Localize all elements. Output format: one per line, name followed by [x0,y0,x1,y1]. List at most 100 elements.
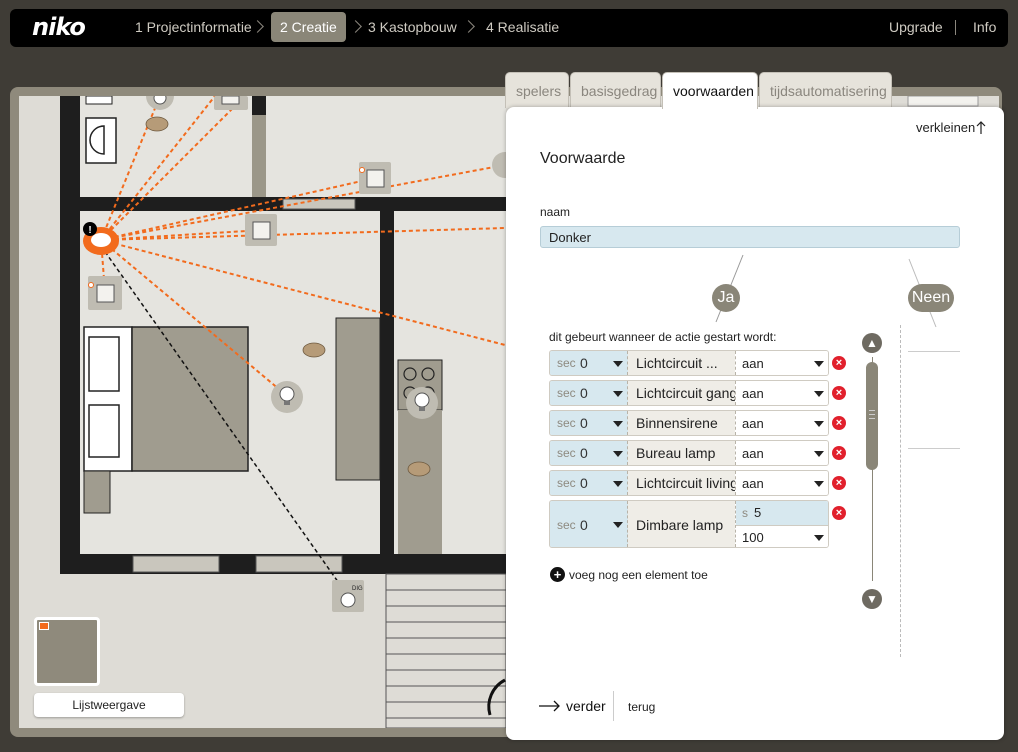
wall-segment [907,96,979,107]
sec-value: 0 [580,355,588,371]
sec-value: 0 [580,517,588,533]
pillow [88,404,120,458]
sec-label: sec [557,518,576,532]
chevron-down-icon [814,481,824,487]
action-intro-text: dit gebeurt wanneer de actie gestart wor… [549,330,777,344]
pillow [88,336,120,392]
sec-label: sec [557,386,576,400]
dimmer-device: DIG [332,580,364,612]
chevron-down-icon [814,361,824,367]
alert-icon: ! [88,225,91,236]
chevron-down-icon [814,421,824,427]
arrow-right-icon [539,700,560,712]
sec-value: 0 [580,385,588,401]
tab-tijdsautomatisering[interactable]: tijdsautomatisering [759,72,892,108]
sec-value: 0 [580,475,588,491]
delete-row-icon[interactable]: × [832,506,846,520]
chevron-right-icon [251,20,264,33]
chevron-down-icon [814,451,824,457]
nightstand [83,470,111,514]
delete-row-icon[interactable]: × [832,386,846,400]
no-branch-badge[interactable]: Neen [908,284,954,312]
delay-select[interactable]: sec 0 [550,441,628,465]
tab-basisgedrag[interactable]: basisgedrag [570,72,661,108]
minimap[interactable] [34,617,100,686]
chevron-right-icon [462,20,475,33]
scroll-thumb[interactable] [866,362,878,470]
top-navigation-bar: niko 1 Projectinformatie 2 Creatie 3 Kas… [10,9,1008,47]
state-select[interactable]: aan [735,411,828,435]
chevron-right-icon [349,20,362,33]
scroll-down-button[interactable]: ▼ [862,589,882,609]
window [132,555,220,573]
delete-row-icon[interactable]: × [832,416,846,430]
duration-value: 5 [754,505,762,520]
level-value: 100 [742,530,764,545]
action-row: sec 0 Lichtcircuit gang aan [549,380,829,406]
plus-circle-icon: + [550,567,565,582]
switch-device [214,96,248,110]
lamp-device [406,387,438,419]
delay-select[interactable]: sec 0 [550,501,628,547]
state-select[interactable]: aan [735,381,828,405]
level-select[interactable]: 100 [736,525,828,547]
delay-select[interactable]: sec 0 [550,411,628,435]
sec-label: sec [557,416,576,430]
info-link[interactable]: Info [973,9,996,45]
sec-label: sec [557,446,576,460]
state-value: aan [742,356,764,371]
yes-branch-badge[interactable]: Ja [712,284,740,312]
step-projectinformatie[interactable]: 1 Projectinformatie [135,9,252,47]
switch-device [245,214,277,246]
chevron-down-icon [814,391,824,397]
scroll-up-button[interactable]: ▲ [862,333,882,353]
action-row: sec 0 Lichtcircuit living aan [549,470,829,496]
chevron-down-icon [613,391,623,397]
minimap-viewport-marker [39,622,49,630]
step-realisatie[interactable]: 4 Realisatie [486,9,559,47]
delete-row-icon[interactable]: × [832,446,846,460]
action-row-dimmer: sec 0 Dimbare lamp s 5 100 [549,500,829,548]
action-row: sec 0 Binnensirene aan [549,410,829,436]
no-branch-row-line [908,351,960,352]
duration-unit: s [742,506,748,520]
delete-row-icon[interactable]: × [832,356,846,370]
step-creatie[interactable]: 2 Creatie [271,12,346,42]
back-button[interactable]: terug [628,700,655,714]
chevron-down-icon [613,451,623,457]
wardrobe [335,317,381,481]
delay-select[interactable]: sec 0 [550,471,628,495]
niko-logo[interactable]: niko [32,13,86,41]
duration-input[interactable]: s 5 [736,501,828,526]
sec-label: sec [557,356,576,370]
element-name: Binnensirene [636,415,718,431]
svg-text:DIG: DIG [352,586,363,592]
sec-value: 0 [580,445,588,461]
wall-segment [252,115,266,197]
tab-voorwaarden[interactable]: voorwaarden [662,72,758,109]
divider [955,20,956,35]
state-select[interactable]: aan [735,441,828,465]
sec-label: sec [557,476,576,490]
element-name: Dimbare lamp [636,517,724,533]
chevron-down-icon [613,361,623,367]
upgrade-link[interactable]: Upgrade [889,9,943,45]
switch-device [359,162,391,194]
add-element-label: voeg nog een element toe [569,568,708,582]
delete-row-icon[interactable]: × [832,476,846,490]
chevron-down-icon [613,481,623,487]
list-view-button[interactable]: Lijstweergave [34,693,184,717]
footer-divider [613,691,614,721]
step-kastopbouw[interactable]: 3 Kastopbouw [368,9,457,47]
element-name: Lichtcircuit ... [636,355,718,371]
state-value: aan [742,386,764,401]
no-branch-row-line [908,448,960,449]
chevron-down-icon [613,421,623,427]
delay-select[interactable]: sec 0 [550,351,628,375]
state-select[interactable]: aan [735,351,828,375]
delay-select[interactable]: sec 0 [550,381,628,405]
tab-spelers[interactable]: spelers [505,72,569,108]
kitchen-counter [398,410,442,554]
state-select[interactable]: aan [735,471,828,495]
conditions-panel: verkleinen Voorwaarde naam Ja Neen dit g… [506,107,1004,740]
